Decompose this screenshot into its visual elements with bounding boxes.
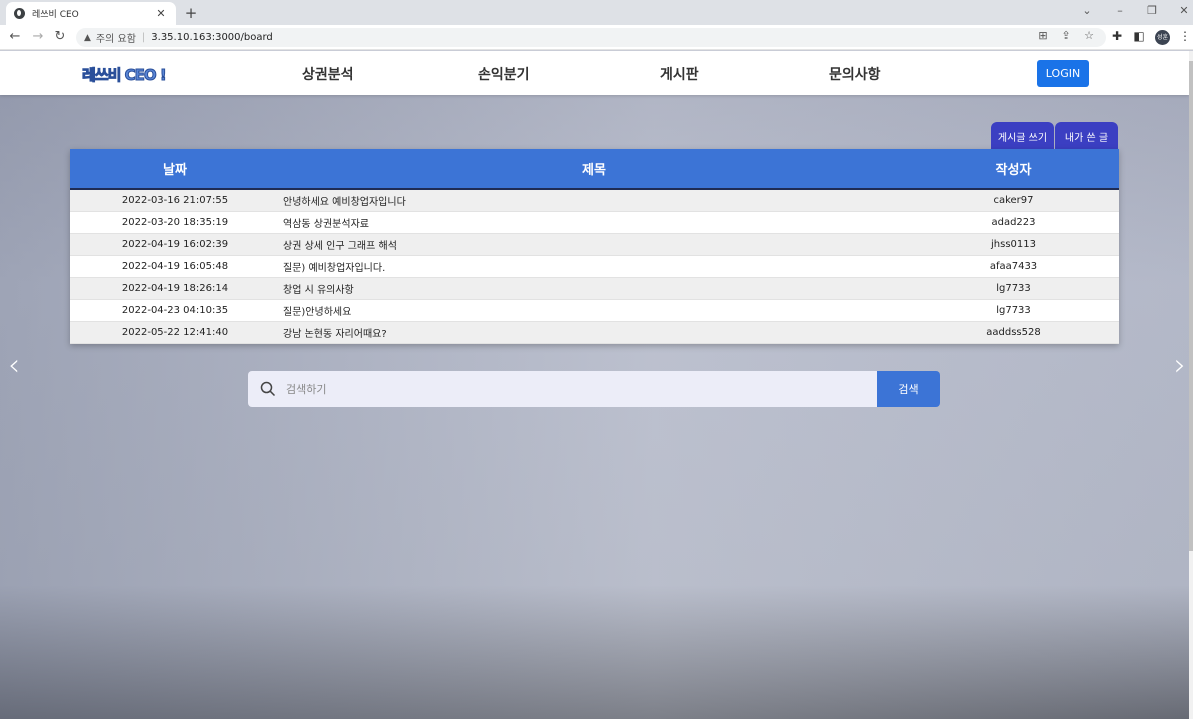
browser-tabbar: 레쓰비 CEO ✕ + ⌄ – ❐ ✕ (0, 0, 1193, 25)
window-close-icon[interactable]: ✕ (1177, 4, 1191, 17)
more-menu-icon[interactable]: ⋮ (1178, 29, 1192, 43)
profile-avatar[interactable]: 성훈 (1155, 30, 1170, 45)
minimize-icon[interactable]: – (1113, 4, 1127, 17)
extensions-icon[interactable]: ✚ (1110, 29, 1124, 43)
my-posts-button[interactable]: 내가 쓴 글 (1055, 122, 1118, 151)
table-row[interactable]: 2022-05-22 12:41:40 강남 논현동 자리어때요? aaddss… (70, 322, 1119, 344)
row-title[interactable]: 역삼동 상권분석자료 (280, 215, 908, 230)
warning-icon[interactable]: ▲ (84, 33, 91, 43)
row-date: 2022-04-23 04:10:35 (121, 305, 229, 316)
search-button[interactable]: 검색 (877, 371, 940, 407)
next-arrow-icon[interactable]: › (1174, 348, 1186, 383)
site-logo[interactable]: 레쓰비 CEO ! (82, 64, 168, 85)
search-input[interactable] (286, 382, 786, 396)
tab-search-icon[interactable]: ⌄ (1080, 4, 1094, 17)
security-warning-text[interactable]: 주의 요함 (96, 30, 136, 45)
address-bar: ← → ↻ ▲ 주의 요함 | 3.35.10.163:3000/board ⊞… (0, 25, 1193, 50)
row-author: jhss0113 (991, 239, 1036, 250)
row-title[interactable]: 창업 시 유의사항 (280, 281, 908, 296)
bookmark-star-icon[interactable]: ☆ (1082, 29, 1096, 42)
globe-icon (14, 8, 25, 19)
row-date: 2022-03-20 18:35:19 (121, 217, 229, 228)
url-field[interactable]: ▲ 주의 요함 | 3.35.10.163:3000/board (76, 28, 1106, 47)
nav-break-even[interactable]: 손익분기 (478, 64, 530, 84)
row-date: 2022-04-19 16:05:48 (121, 261, 229, 272)
login-button[interactable]: LOGIN (1037, 60, 1089, 87)
row-title[interactable]: 강남 논현동 자리어때요? (280, 325, 908, 340)
restore-icon[interactable]: ❐ (1145, 4, 1159, 17)
column-header-date: 날짜 (163, 163, 187, 178)
search-field-wrapper (248, 371, 877, 407)
reload-icon[interactable]: ↻ (53, 29, 67, 44)
url-text[interactable]: 3.35.10.163:3000/board (151, 32, 273, 43)
table-row[interactable]: 2022-03-16 21:07:55 안녕하세요 예비창업자입니다 caker… (70, 190, 1119, 212)
search-bar: 검색 (248, 371, 940, 407)
row-title[interactable]: 안녕하세요 예비창업자입니다 (280, 193, 908, 208)
table-row[interactable]: 2022-04-19 18:26:14 창업 시 유의사항 lg7733 (70, 278, 1119, 300)
translate-icon[interactable]: ⊞ (1036, 29, 1050, 42)
scrollbar-thumb[interactable] (1189, 61, 1193, 551)
row-date: 2022-04-19 16:02:39 (121, 239, 229, 250)
table-header: 날짜 제목 작성자 (70, 149, 1119, 190)
row-date: 2022-03-16 21:07:55 (121, 195, 229, 206)
tab-title: 레쓰비 CEO (32, 10, 79, 20)
table-row[interactable]: 2022-04-19 16:05:48 질문) 예비창업자입니다. afaa74… (70, 256, 1119, 278)
prev-arrow-icon[interactable]: ‹ (8, 348, 20, 383)
url-separator: | (141, 32, 146, 43)
row-date: 2022-04-19 18:26:14 (121, 283, 229, 294)
page-content: 레쓰비 CEO ! 상권분석 손익분기 게시판 문의사항 LOGIN ‹ › 게… (0, 51, 1189, 719)
row-date: 2022-05-22 12:41:40 (121, 327, 229, 338)
table-body: 2022-03-16 21:07:55 안녕하세요 예비창업자입니다 caker… (70, 190, 1119, 344)
forward-icon[interactable]: → (31, 29, 45, 44)
back-icon[interactable]: ← (8, 29, 22, 44)
close-tab-icon[interactable]: ✕ (154, 7, 168, 20)
browser-tab[interactable]: 레쓰비 CEO ✕ (6, 2, 176, 25)
side-panel-icon[interactable]: ◧ (1132, 29, 1146, 43)
column-header-title: 제목 (582, 163, 606, 178)
nav-inquiry[interactable]: 문의사항 (829, 64, 881, 84)
nav-board[interactable]: 게시판 (660, 64, 699, 84)
table-row[interactable]: 2022-03-20 18:35:19 역삼동 상권분석자료 adad223 (70, 212, 1119, 234)
site-header: 레쓰비 CEO ! 상권분석 손익분기 게시판 문의사항 LOGIN (0, 51, 1189, 95)
row-author: caker97 (993, 195, 1034, 206)
row-title[interactable]: 질문)안녕하세요 (280, 303, 908, 318)
new-tab-button[interactable]: + (183, 4, 199, 22)
table-row[interactable]: 2022-04-19 16:02:39 상권 상세 인구 그래프 해석 jhss… (70, 234, 1119, 256)
column-header-author: 작성자 (995, 163, 1032, 178)
row-title[interactable]: 상권 상세 인구 그래프 해석 (280, 237, 908, 252)
row-author: afaa7433 (989, 261, 1038, 272)
row-author: lg7733 (996, 305, 1031, 316)
board-table: 날짜 제목 작성자 2022-03-16 21:07:55 안녕하세요 예비창업… (70, 149, 1119, 344)
write-post-button[interactable]: 게시글 쓰기 (991, 122, 1054, 151)
page-scrollbar[interactable] (1189, 51, 1193, 719)
table-row[interactable]: 2022-04-23 04:10:35 질문)안녕하세요 lg7733 (70, 300, 1119, 322)
share-icon[interactable]: ⇪ (1059, 29, 1073, 42)
nav-market-analysis[interactable]: 상권분석 (302, 64, 354, 84)
row-author: lg7733 (996, 283, 1031, 294)
row-author: adad223 (991, 217, 1036, 228)
search-icon (260, 381, 276, 397)
row-title[interactable]: 질문) 예비창업자입니다. (280, 259, 908, 274)
row-author: aaddss528 (986, 327, 1041, 338)
